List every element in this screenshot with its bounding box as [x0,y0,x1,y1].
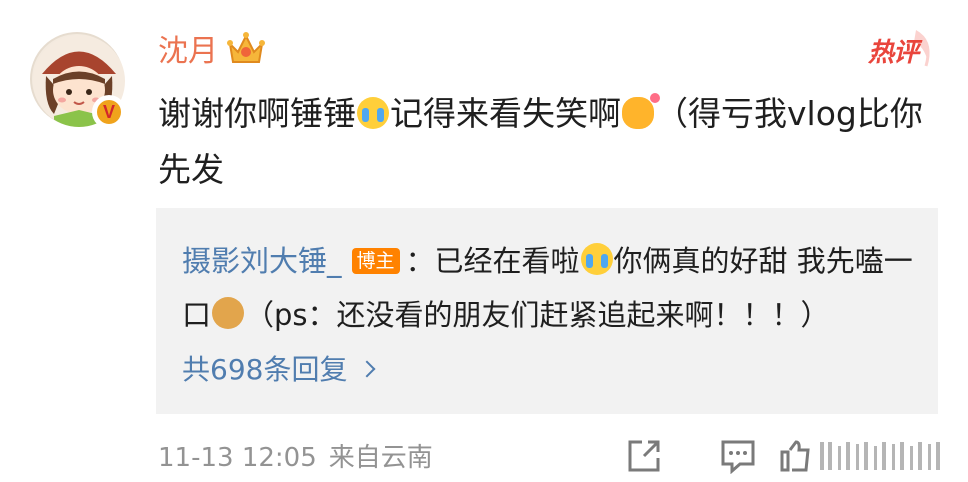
doge-emoji-icon [212,297,245,329]
author-tag-badge: 博主 [351,248,400,274]
comment-text: 谢谢你啊锤锤 记得来看失笑啊 （得亏我vlog比你先发 [158,93,923,189]
cat-emoji-icon [622,93,660,129]
comment-icon[interactable] [720,438,756,474]
like-icon[interactable] [776,438,956,474]
share-icon[interactable] [626,438,662,474]
location: 来自云南 [328,443,433,473]
comment-meta: 11-13 12:05 来自云南 [158,438,433,478]
hot-comment-badge: 热评 [858,26,938,70]
cry-emoji-icon [580,243,613,275]
timestamp: 11-13 12:05 [158,443,317,473]
reply-author[interactable]: 摄影刘大锤_ [182,244,342,278]
verified-badge-icon: V [92,95,126,129]
cry-emoji-icon [357,97,389,129]
more-replies-link[interactable]: 共698条回复 [182,348,376,392]
chevron-right-icon [358,360,376,378]
username[interactable]: 沈月 [158,32,218,72]
crown-icon [227,32,265,63]
comment-card: V 沈月 热评 谢谢你啊锤锤 记得来看失笑啊 （得亏我vlog比你先发 摄影刘大锤_… [0,0,968,482]
reply-text: 摄影刘大锤_ 博主 ：已经在看啦 你俩真的好甜 我先嗑一口 （ps：还没看的朋友们赶紧追… [182,243,913,332]
reply-box[interactable]: 摄影刘大锤_ 博主 ：已经在看啦 你俩真的好甜 我先嗑一口 （ps：还没看的朋友们赶紧追… [156,208,938,414]
